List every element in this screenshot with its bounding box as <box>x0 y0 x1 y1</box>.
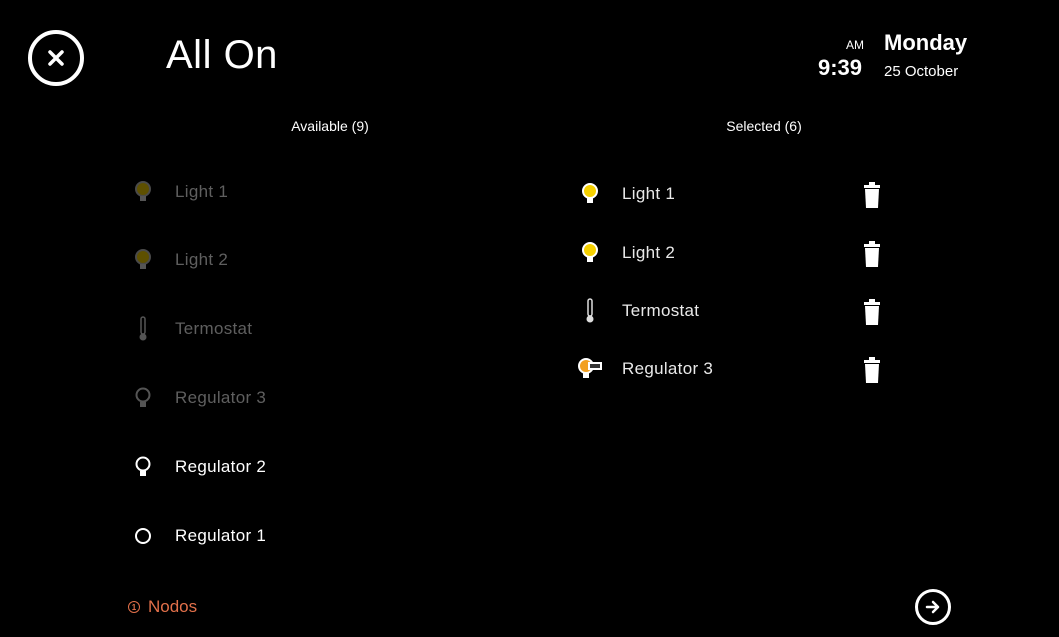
nodos-link[interactable]: 1 Nodos <box>128 597 197 617</box>
selected-item-light-1[interactable]: Light 1 <box>572 176 675 212</box>
selected-item-label: Regulator 3 <box>622 359 714 378</box>
available-item-label: Termostat <box>175 319 253 338</box>
thermometer-icon <box>572 298 608 324</box>
selected-item-termostat[interactable]: Termostat <box>572 293 699 329</box>
available-item-regulator-1[interactable]: Regulator 1 <box>125 518 266 554</box>
selected-item-regulator-3[interactable]: Regulator 3 <box>572 351 713 387</box>
selected-item-label: Termostat <box>622 301 700 320</box>
circle-icon <box>125 526 161 546</box>
available-item-label: Regulator 2 <box>175 457 267 476</box>
available-item-label: Regulator 1 <box>175 526 267 545</box>
available-item-regulator-2[interactable]: Regulator 2 <box>125 449 266 485</box>
clock: AM 9:39 Monday 25 October <box>798 30 1043 90</box>
clock-ampm: AM <box>846 38 864 52</box>
close-icon <box>48 50 64 66</box>
available-item-light-1[interactable]: Light 1 <box>125 174 228 210</box>
delete-light-1-button[interactable] <box>862 180 882 210</box>
available-item-label: Regulator 3 <box>175 388 267 407</box>
selected-item-label: Light 2 <box>622 243 676 262</box>
thermometer-icon <box>125 316 161 342</box>
page-title: All On <box>166 33 278 77</box>
trash-icon <box>864 182 880 208</box>
available-item-label: Light 2 <box>175 250 229 269</box>
next-button[interactable] <box>915 589 951 625</box>
close-button[interactable] <box>28 30 84 86</box>
trash-icon <box>864 299 880 325</box>
bulb-icon <box>572 182 608 206</box>
bulb-icon <box>125 248 161 272</box>
clock-day: Monday <box>884 30 968 55</box>
bulb-icon <box>125 180 161 204</box>
available-item-regulator-3[interactable]: Regulator 3 <box>125 380 266 416</box>
clock-time: 9:39 <box>817 55 862 80</box>
bulb-outline-icon <box>125 386 161 410</box>
dimmer-bulb-icon <box>572 357 608 381</box>
trash-icon <box>864 241 880 267</box>
selected-item-label: Light 1 <box>622 184 676 203</box>
selected-heading: Selected (6) <box>726 118 802 134</box>
arrow-right-icon <box>925 600 940 614</box>
clock-date: 25 October <box>884 63 959 80</box>
nodos-label: Nodos <box>148 597 198 616</box>
available-item-termostat[interactable]: Termostat <box>125 311 252 347</box>
bulb-outline-icon <box>125 455 161 479</box>
selected-item-light-2[interactable]: Light 2 <box>572 235 675 271</box>
trash-icon <box>864 357 880 383</box>
delete-light-2-button[interactable] <box>862 239 882 269</box>
info-icon: 1 <box>128 601 140 613</box>
delete-regulator-3-button[interactable] <box>862 355 882 385</box>
available-item-label: Light 1 <box>175 182 229 201</box>
bulb-icon <box>572 241 608 265</box>
available-heading: Available (9) <box>291 118 369 134</box>
delete-termostat-button[interactable] <box>862 297 882 327</box>
available-item-light-2[interactable]: Light 2 <box>125 242 228 278</box>
